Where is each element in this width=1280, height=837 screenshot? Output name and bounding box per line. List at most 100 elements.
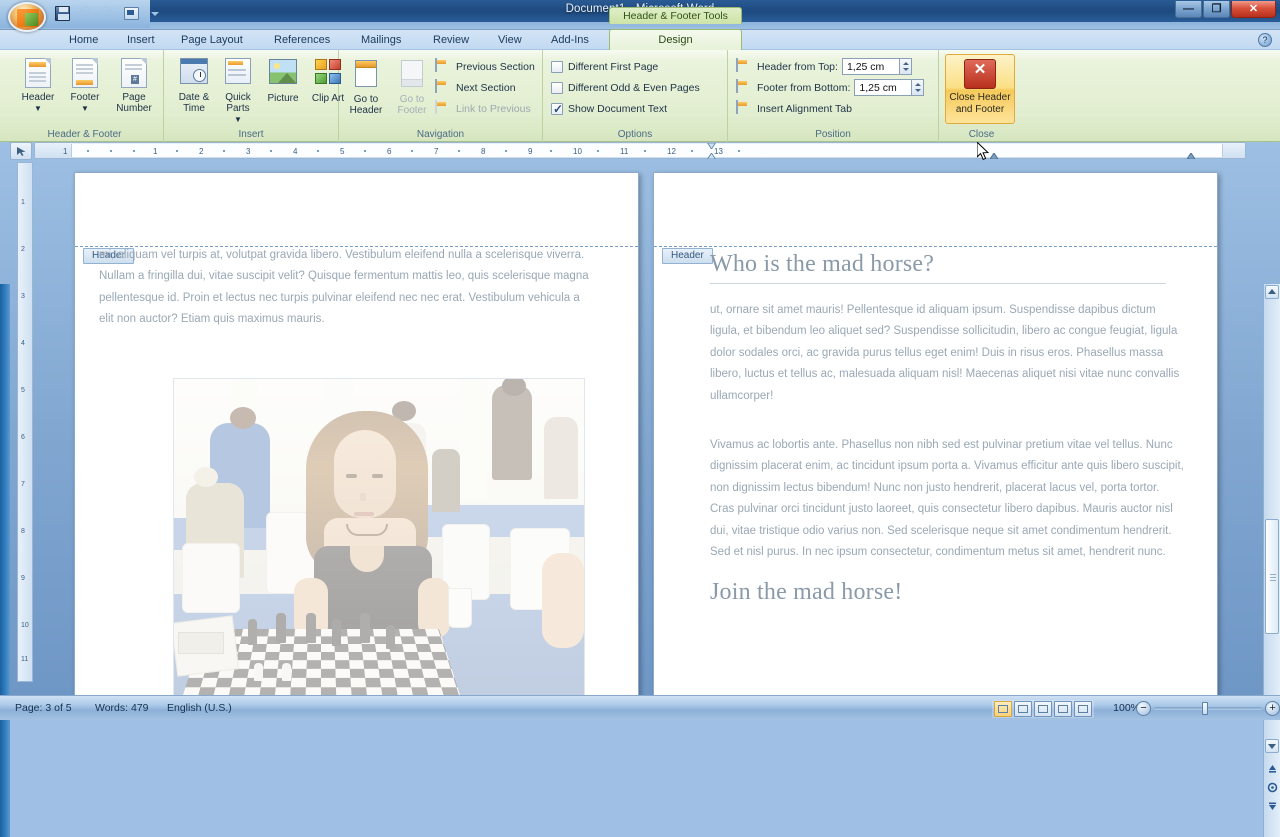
header-from-top-row[interactable]: Header from Top: 1,25 cm bbox=[736, 56, 912, 77]
window-controls: — ❐ ✕ bbox=[1175, 1, 1276, 18]
redo-icon[interactable] bbox=[98, 2, 118, 22]
tab-add-ins[interactable]: Add-Ins bbox=[542, 30, 598, 50]
tab-view[interactable]: View bbox=[489, 30, 531, 50]
group-label-close: Close bbox=[968, 129, 995, 140]
different-odd-even-checkbox[interactable] bbox=[551, 81, 563, 94]
header-from-top-stepper[interactable] bbox=[899, 58, 912, 75]
customize-qat-icon[interactable] bbox=[144, 4, 164, 22]
next-page-button[interactable] bbox=[1266, 800, 1279, 813]
full-screen-reading-view-button[interactable] bbox=[1014, 701, 1032, 717]
maximize-button[interactable]: ❐ bbox=[1203, 1, 1230, 18]
header-button[interactable]: Header ▼ bbox=[14, 56, 62, 114]
tab-design[interactable]: Design bbox=[609, 29, 742, 51]
right-page-paragraph-1: ut, ornare sit amet mauris! Pellentesque… bbox=[710, 304, 1180, 402]
ribbon-group-insert: Date & Time Quick Parts ▼ Picture Clip A… bbox=[164, 50, 344, 142]
tab-home[interactable]: Home bbox=[60, 30, 107, 50]
link-to-previous-label: Link to Previous bbox=[456, 102, 531, 115]
ruler-tick: 3 bbox=[246, 147, 251, 156]
header-from-top-input[interactable]: 1,25 cm bbox=[841, 58, 900, 75]
scrollbar-thumb[interactable] bbox=[1265, 519, 1279, 634]
right-indent-marker[interactable] bbox=[990, 153, 998, 159]
ruler-tick: 8 bbox=[481, 147, 486, 156]
image-whitewash-overlay bbox=[174, 379, 584, 695]
tab-review[interactable]: Review bbox=[424, 30, 478, 50]
status-language[interactable]: English (U.S.) bbox=[160, 700, 239, 717]
outline-view-button[interactable] bbox=[1054, 701, 1072, 717]
document-page-left[interactable]: Header mi, aliquam vel turpis at, volutp… bbox=[74, 172, 639, 702]
picture-button[interactable]: Picture bbox=[259, 56, 307, 104]
scroll-down-button[interactable] bbox=[1265, 739, 1279, 753]
go-to-header-button[interactable]: Go to Header bbox=[343, 58, 389, 116]
tab-page-layout[interactable]: Page Layout bbox=[172, 30, 252, 50]
office-button[interactable] bbox=[8, 2, 46, 32]
ruler-tick: 1 bbox=[63, 147, 68, 156]
document-image[interactable] bbox=[173, 378, 585, 696]
ruler-tick: 6 bbox=[387, 147, 392, 156]
first-line-indent-marker[interactable] bbox=[707, 143, 716, 149]
show-document-text-checkbox[interactable] bbox=[551, 102, 563, 116]
web-layout-view-button[interactable] bbox=[1034, 701, 1052, 717]
ribbon: Header ▼ Footer ▼ # Page Number Header &… bbox=[0, 50, 1280, 161]
zoom-out-button[interactable]: − bbox=[1136, 701, 1151, 716]
tab-mailings[interactable]: Mailings bbox=[352, 30, 410, 50]
zoom-slider-thumb[interactable] bbox=[1202, 702, 1208, 715]
different-first-page-row[interactable]: Different First Page bbox=[551, 56, 658, 77]
zoom-in-button[interactable]: + bbox=[1265, 701, 1280, 716]
print-preview-icon[interactable] bbox=[121, 4, 141, 22]
ruler-tick: 1 bbox=[21, 199, 25, 206]
footer-from-bottom-icon bbox=[736, 78, 753, 96]
ruler-tick: 2 bbox=[199, 147, 204, 156]
footer-button[interactable]: Footer ▼ bbox=[61, 56, 109, 114]
ruler-tick: 5 bbox=[21, 387, 25, 394]
vertical-scrollbar[interactable] bbox=[1263, 284, 1280, 837]
insert-alignment-tab-row[interactable]: Insert Alignment Tab bbox=[736, 98, 852, 119]
print-layout-view-button[interactable] bbox=[994, 701, 1012, 717]
status-page-number[interactable]: Page: 3 of 5 bbox=[8, 700, 79, 717]
date-and-time-button[interactable]: Date & Time bbox=[170, 56, 218, 114]
previous-section-item[interactable]: Previous Section bbox=[435, 56, 535, 77]
header-boundary-right bbox=[654, 246, 1217, 247]
different-first-page-label: Different First Page bbox=[568, 60, 659, 73]
tab-insert[interactable]: Insert bbox=[118, 30, 164, 50]
tab-selector-button[interactable] bbox=[10, 142, 32, 160]
status-bar: Page: 3 of 5 Words: 479 English (U.S.) 1… bbox=[0, 695, 1280, 720]
heading-rule bbox=[710, 283, 1166, 284]
document-page-right[interactable]: Header Who is the mad horse? ut, ornare … bbox=[653, 172, 1218, 702]
close-header-and-footer-label: Close Header and Footer bbox=[949, 92, 1011, 115]
footer-from-bottom-stepper[interactable] bbox=[912, 79, 925, 96]
previous-section-label: Previous Section bbox=[456, 60, 535, 73]
status-word-count[interactable]: Words: 479 bbox=[88, 700, 156, 717]
left-page-paragraph: mi, aliquam vel turpis at, volutpat grav… bbox=[99, 249, 589, 326]
select-browse-object-button[interactable] bbox=[1266, 781, 1279, 794]
scroll-up-button[interactable] bbox=[1265, 285, 1279, 299]
hanging-indent-marker[interactable] bbox=[707, 153, 716, 159]
different-first-page-checkbox[interactable] bbox=[551, 60, 563, 73]
footer-from-bottom-row[interactable]: Footer from Bottom: 1,25 cm bbox=[736, 77, 925, 98]
ruler-tick: 7 bbox=[434, 147, 439, 156]
tab-references[interactable]: References bbox=[265, 30, 339, 50]
footer-from-bottom-input[interactable]: 1,25 cm bbox=[854, 79, 913, 96]
quick-parts-button[interactable]: Quick Parts ▼ bbox=[214, 56, 262, 125]
save-icon[interactable] bbox=[52, 4, 72, 22]
different-odd-even-row[interactable]: Different Odd & Even Pages bbox=[551, 77, 700, 98]
minimize-button[interactable]: — bbox=[1175, 1, 1202, 18]
help-icon[interactable]: ? bbox=[1258, 33, 1272, 47]
zoom-slider[interactable] bbox=[1154, 702, 1262, 715]
ruler-tick: 10 bbox=[573, 147, 582, 156]
header-from-top-icon bbox=[736, 57, 753, 75]
ruler-tick: 12 bbox=[667, 147, 676, 156]
ruler-text-area bbox=[71, 144, 1223, 157]
next-section-item[interactable]: Next Section bbox=[435, 77, 516, 98]
close-window-button[interactable]: ✕ bbox=[1231, 1, 1276, 18]
go-to-footer-label: Go to Footer bbox=[397, 94, 427, 116]
draft-view-button[interactable] bbox=[1074, 701, 1092, 717]
close-header-and-footer-button[interactable]: Close Header and Footer bbox=[945, 54, 1015, 124]
vertical-ruler[interactable]: 1 2 3 4 5 6 7 8 9 10 11 bbox=[17, 162, 33, 682]
page-number-button[interactable]: # Page Number bbox=[106, 56, 162, 114]
show-document-text-row[interactable]: Show Document Text bbox=[551, 98, 667, 119]
horizontal-ruler[interactable]: 1 1 2 3 4 5 6 7 8 9 10 11 12 13 bbox=[34, 142, 1246, 159]
right-margin-marker[interactable] bbox=[1187, 153, 1195, 159]
previous-page-button[interactable] bbox=[1266, 762, 1279, 775]
undo-icon[interactable] bbox=[75, 2, 95, 22]
group-label-options: Options bbox=[617, 129, 653, 140]
